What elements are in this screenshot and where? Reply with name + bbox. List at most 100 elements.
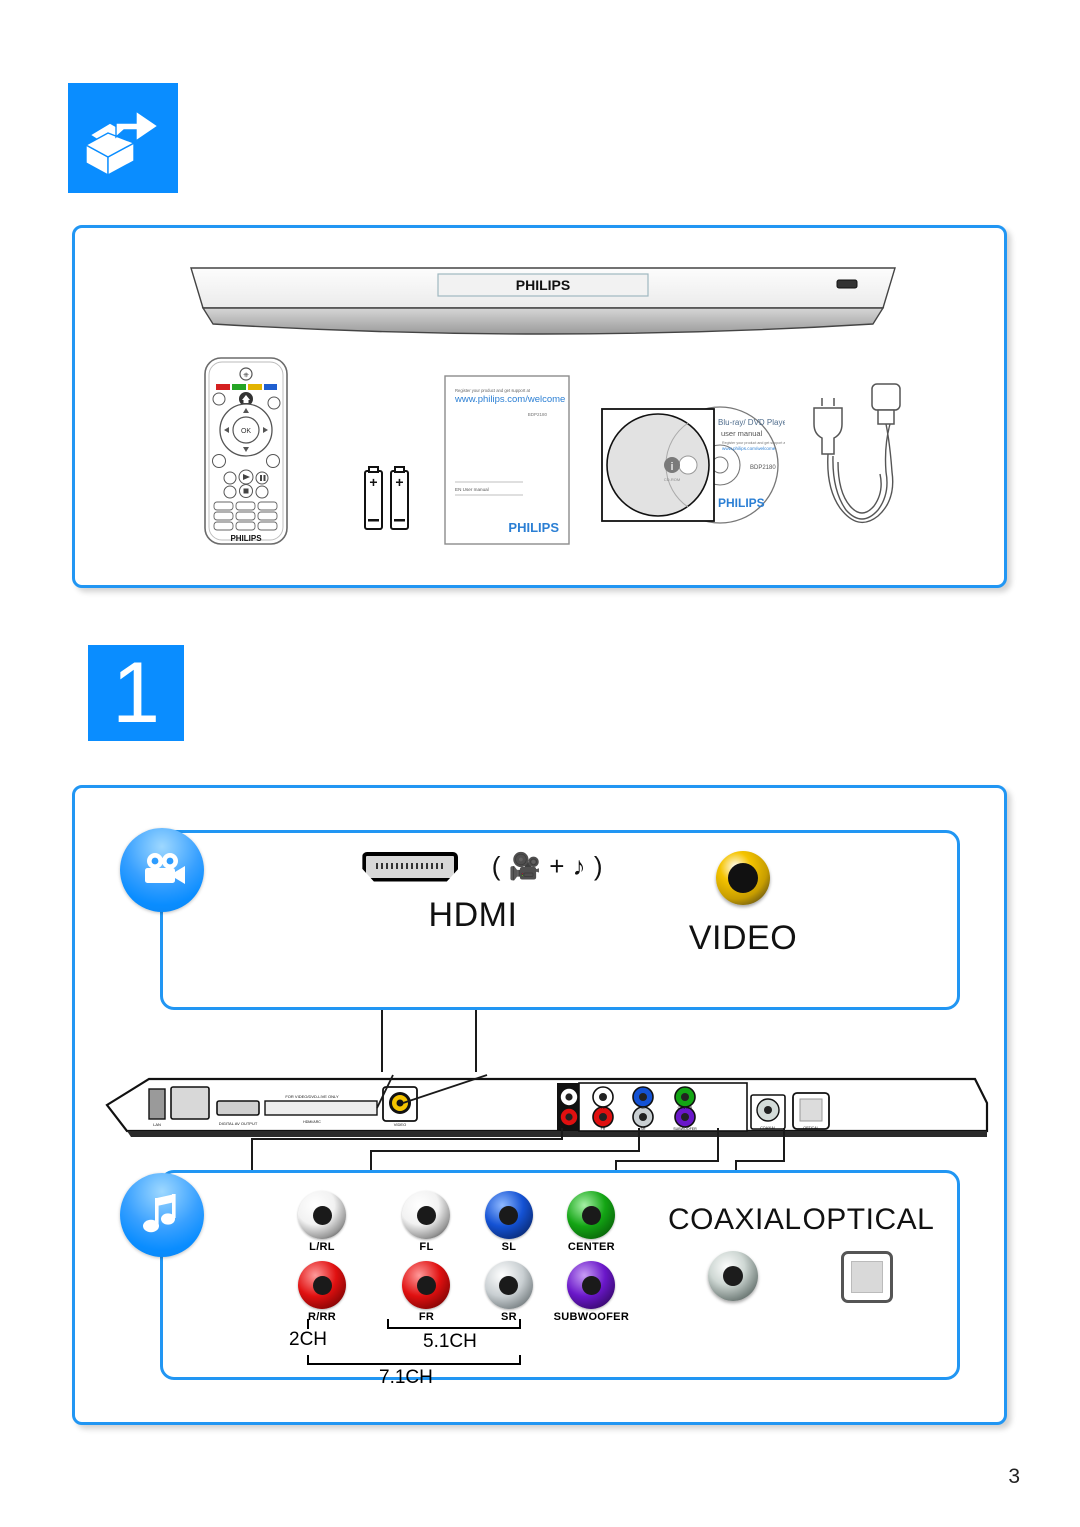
jack-subwoofer [567,1261,616,1309]
bracket-71ch [307,1355,521,1365]
audio-connection-panel: L/RL FL SL CENTER R/RR FR SR SUBWOOFER 2… [160,1170,960,1388]
quick-start-guide: Register your product and get support at… [443,374,571,546]
audio-leader-h2 [370,1150,638,1152]
jack-col-center: CENTER [552,1191,630,1253]
svg-text:FR: FR [601,1127,606,1131]
unboxing-icon [68,83,178,193]
svg-text:SL: SL [641,1106,645,1110]
audio-jack-grid: L/RL FL SL CENTER R/RR FR SR SUBWOOFER 2… [283,1191,630,1388]
audio-leader-v1 [561,1128,563,1140]
jack-label-sl: SL [501,1241,517,1253]
audio-leader-v2 [370,1150,372,1170]
svg-text:⎈: ⎈ [243,372,249,379]
jack-r-rr [298,1261,346,1309]
guide-model: BDP2180 [528,412,548,417]
jack-label-subwoofer: SUBWOOFER [553,1311,630,1323]
jack-sl [484,1191,533,1239]
hdmi-label: HDMI [428,896,518,934]
svg-text:LAN: LAN [153,1122,161,1127]
video-group: VIDEO [633,851,853,958]
audio-2ch-leader [251,1138,253,1170]
rear-label-digital-av: DIGITAL AV OUTPUT [219,1121,258,1126]
optical-leader-h [735,1160,783,1162]
audio-leader-h1 [251,1138,561,1140]
coaxial-label: COAXIAL [668,1203,802,1236]
coaxial-jack-icon [708,1251,758,1301]
label-71ch: 7.1CH [379,1367,433,1388]
disc-url: www.philips.com/welcome [722,446,776,451]
guide-footer-note: EN User manual [455,487,489,492]
hdmi-group: ( 🎥 + ♪ ) HDMI [343,851,603,935]
jack-col-rrr: R/RR [283,1261,361,1323]
guide-url: www.philips.com/welcome [454,394,565,405]
optical-label: OPTICAL [802,1203,935,1236]
svg-text:OK: OK [241,428,251,435]
movie-camera-icon [120,828,204,912]
optical-group: OPTICAL [802,1203,935,1303]
page-number: 3 [1008,1465,1020,1488]
optical-leader-v [783,1128,785,1162]
hdmi-leader-line [381,1010,383,1072]
video-label: VIDEO [688,919,798,957]
music-note-icon [120,1173,204,1257]
label-51ch: 5.1CH [423,1331,477,1352]
jack-col-fl: FL [387,1191,465,1253]
batteries: + + [357,463,417,535]
video-leader-line [475,1010,477,1072]
jack-sr [484,1261,533,1309]
rear-label-coaxial: COAXIAL [760,1126,776,1130]
jack-col-fr: FR [387,1261,465,1323]
remote-brand-text: PHILIPS [230,534,262,543]
svg-text:L/RL: L/RL [565,1105,573,1109]
jack-fl [402,1191,451,1239]
rear-label-dvdlive: FOR VIDEO/DVD-LIVE ONLY [285,1094,339,1099]
guide-brand: PHILIPS [508,520,559,535]
hdmi-note: ( 🎥 + ♪ ) [491,851,603,881]
svg-text:i: i [670,461,673,473]
svg-text:CENTER: CENTER [678,1106,693,1110]
disc-label: CD-ROM [664,477,680,482]
jack-label-rrr: R/RR [307,1311,337,1323]
unboxing-panel: PHILIPS ⎈ OK PHILIPS + + Register your p… [72,225,1007,588]
step-1-badge: 1 [88,645,184,741]
disc-url-note: Register your product and get support at [722,441,785,445]
rear-label-video: VIDEO [394,1122,406,1127]
jack-l-rl [298,1191,346,1239]
jack-fr [402,1261,451,1309]
step-1-panel: ( 🎥 + ♪ ) HDMI VIDEO LAN DIGITAL AV OUTP… [72,785,1007,1425]
disc-model: BDP2180 [750,465,776,471]
jack-col-sl: SL [470,1191,548,1253]
coaxial-group: COAXIAL [668,1203,802,1301]
disc-title: Blu-ray/ DVD Player [718,418,785,427]
jack-col-sr: SR [470,1261,548,1323]
jack-col-lrl: L/RL [283,1191,361,1253]
blu-ray-player-front: PHILIPS [183,258,903,338]
optical-jack-icon [841,1251,894,1303]
jack-label-center: CENTER [567,1241,615,1253]
cd-rom-user-manual: Blu-ray/ DVD Player user manual Register… [600,403,790,528]
digital-audio-outputs: COAXIAL OPTICAL [668,1203,938,1303]
ac-power-cord [800,376,920,544]
svg-text:SUBWOOFER: SUBWOOFER [673,1127,697,1131]
step-1-number: 1 [112,645,160,741]
video-rca-jack-icon [716,851,770,905]
svg-text:HDMI/ARC: HDMI/ARC [303,1120,321,1124]
rear-panel-illustration: LAN DIGITAL AV OUTPUT FOR VIDEO/DVD-LIVE… [87,1073,997,1158]
hdmi-port-icon [362,851,459,882]
disc-brand: PHILIPS [718,496,765,510]
svg-text:SR: SR [641,1127,646,1131]
jack-label-lrl: L/RL [309,1241,335,1253]
battery-plus-label-2: + [395,474,403,490]
audio-leader-v3 [638,1128,640,1152]
battery-minus-label-2 [394,519,405,522]
jack-center [567,1191,616,1239]
battery-plus-label: + [369,474,377,490]
svg-text:R/RR: R/RR [565,1126,574,1130]
guide-register-line: Register your product and get support at [455,388,531,393]
rear-label-optical: OPTICAL [803,1126,818,1130]
video-connection-panel: ( 🎥 + ♪ ) HDMI VIDEO [160,830,960,1010]
disc-subtitle: user manual [721,429,763,438]
svg-text:FL: FL [601,1106,605,1110]
player-brand-text: PHILIPS [516,277,570,293]
remote-control: ⎈ OK PHILIPS [200,356,292,546]
